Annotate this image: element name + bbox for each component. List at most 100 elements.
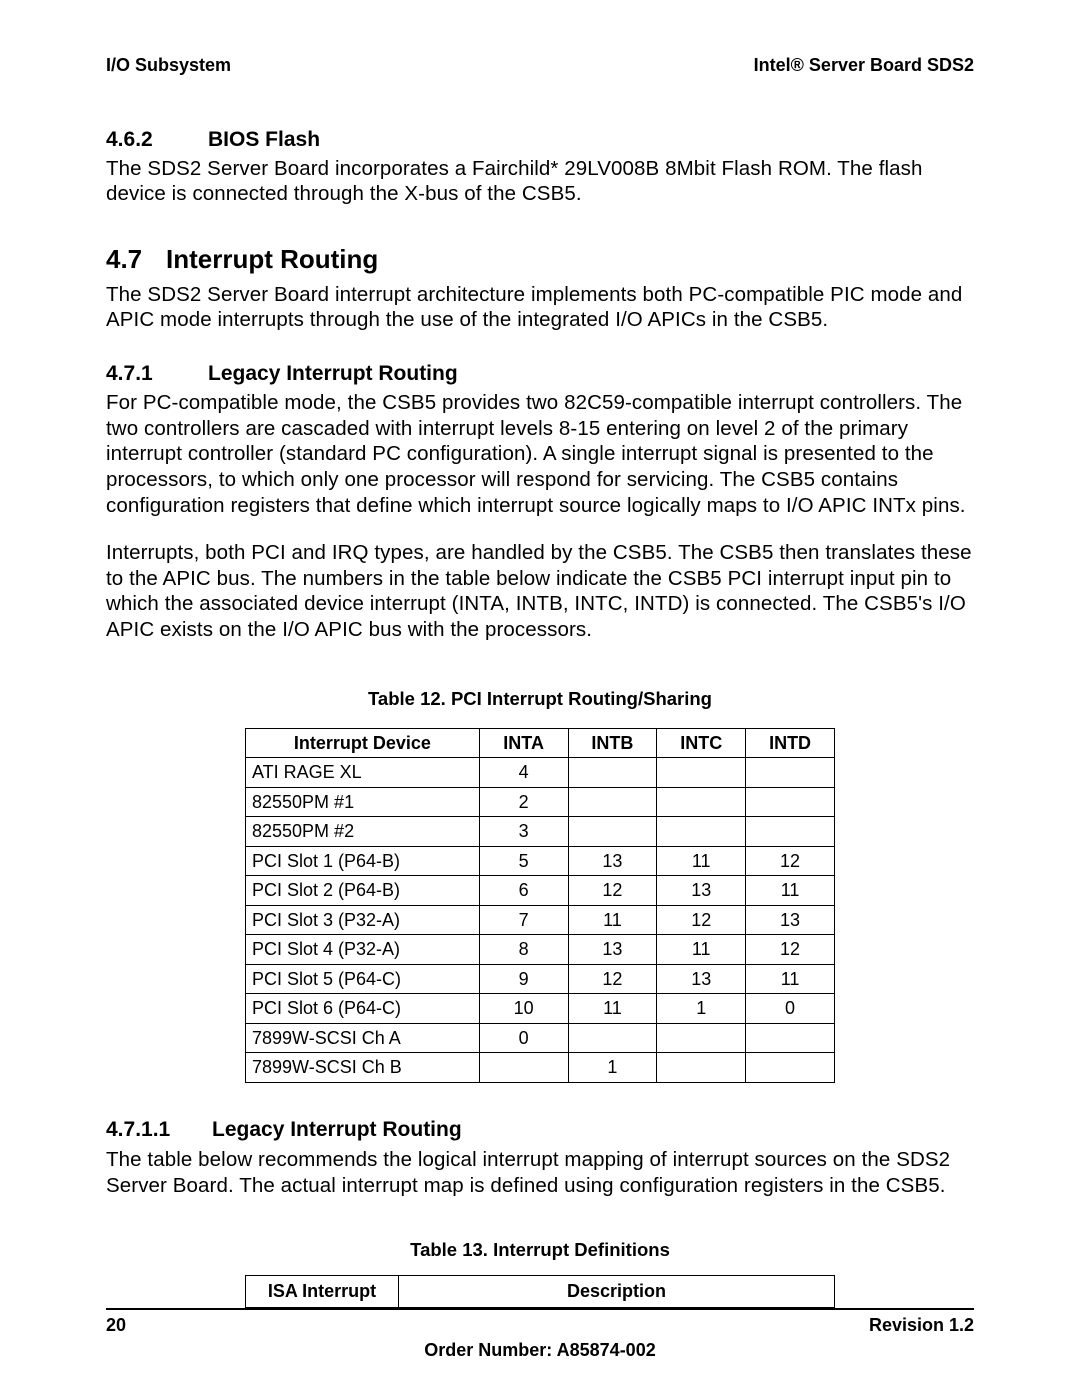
cell-intc bbox=[657, 1053, 746, 1083]
cell-inta: 6 bbox=[479, 876, 568, 906]
table-12-caption: Table 12. PCI Interrupt Routing/Sharing bbox=[106, 687, 974, 710]
cell-intc bbox=[657, 758, 746, 788]
cell-intb: 13 bbox=[568, 846, 657, 876]
cell-intd: 0 bbox=[746, 994, 835, 1024]
cell-intc: 11 bbox=[657, 846, 746, 876]
section-title: BIOS Flash bbox=[208, 128, 320, 151]
section-number: 4.7.1 bbox=[106, 361, 208, 387]
cell-intd bbox=[746, 817, 835, 847]
cell-device: PCI Slot 3 (P32-A) bbox=[246, 905, 480, 935]
table-row: 82550PM #12 bbox=[246, 787, 835, 817]
paragraph: For PC-compatible mode, the CSB5 provide… bbox=[106, 390, 974, 518]
col-header-intb: INTB bbox=[568, 728, 657, 758]
cell-device: ATI RAGE XL bbox=[246, 758, 480, 788]
cell-intd: 11 bbox=[746, 964, 835, 994]
paragraph: The SDS2 Server Board incorporates a Fai… bbox=[106, 156, 974, 207]
cell-intd: 12 bbox=[746, 846, 835, 876]
cell-inta: 0 bbox=[479, 1023, 568, 1053]
cell-intb bbox=[568, 817, 657, 847]
interrupt-definitions-table: ISA Interrupt Description bbox=[245, 1275, 835, 1308]
cell-device: PCI Slot 2 (P64-B) bbox=[246, 876, 480, 906]
cell-inta: 10 bbox=[479, 994, 568, 1024]
table-header-row: ISA Interrupt Description bbox=[246, 1276, 835, 1308]
cell-inta: 9 bbox=[479, 964, 568, 994]
heading-4-7: 4.7Interrupt Routing bbox=[106, 243, 974, 276]
document-page: I/O Subsystem Intel® Server Board SDS2 4… bbox=[0, 0, 1080, 1397]
col-header-inta: INTA bbox=[479, 728, 568, 758]
cell-inta: 8 bbox=[479, 935, 568, 965]
paragraph: Interrupts, both PCI and IRQ types, are … bbox=[106, 540, 974, 643]
cell-intb: 11 bbox=[568, 994, 657, 1024]
table-row: PCI Slot 5 (P64-C)9121311 bbox=[246, 964, 835, 994]
cell-intb bbox=[568, 787, 657, 817]
page-footer: 20 Revision 1.2 Order Number: A85874-002 bbox=[106, 1308, 974, 1361]
running-header: I/O Subsystem Intel® Server Board SDS2 bbox=[106, 54, 974, 77]
table-row: PCI Slot 1 (P64-B)5131112 bbox=[246, 846, 835, 876]
section-title: Legacy Interrupt Routing bbox=[212, 1118, 462, 1141]
table-row: PCI Slot 6 (P64-C)101110 bbox=[246, 994, 835, 1024]
table-row: 7899W-SCSI Ch B 1 bbox=[246, 1053, 835, 1083]
paragraph: The table below recommends the logical i… bbox=[106, 1147, 974, 1198]
table-header-row: Interrupt Device INTA INTB INTC INTD bbox=[246, 728, 835, 758]
cell-intc: 11 bbox=[657, 935, 746, 965]
heading-4-7-1: 4.7.1Legacy Interrupt Routing bbox=[106, 361, 974, 387]
cell-intc: 12 bbox=[657, 905, 746, 935]
cell-intb bbox=[568, 1023, 657, 1053]
cell-intd bbox=[746, 787, 835, 817]
revision-label: Revision 1.2 bbox=[869, 1314, 974, 1337]
cell-inta: 7 bbox=[479, 905, 568, 935]
cell-inta: 2 bbox=[479, 787, 568, 817]
order-number: Order Number: A85874-002 bbox=[106, 1339, 974, 1362]
header-left: I/O Subsystem bbox=[106, 54, 231, 77]
heading-4-7-1-1: 4.7.1.1Legacy Interrupt Routing bbox=[106, 1117, 974, 1143]
cell-intc bbox=[657, 787, 746, 817]
cell-intb: 12 bbox=[568, 964, 657, 994]
table-row: PCI Slot 2 (P64-B)6121311 bbox=[246, 876, 835, 906]
cell-inta: 4 bbox=[479, 758, 568, 788]
cell-inta bbox=[479, 1053, 568, 1083]
cell-intc: 1 bbox=[657, 994, 746, 1024]
section-title: Legacy Interrupt Routing bbox=[208, 362, 458, 385]
cell-device: 7899W-SCSI Ch A bbox=[246, 1023, 480, 1053]
cell-device: PCI Slot 4 (P32-A) bbox=[246, 935, 480, 965]
cell-inta: 5 bbox=[479, 846, 568, 876]
table-row: ATI RAGE XL4 bbox=[246, 758, 835, 788]
col-header-intc: INTC bbox=[657, 728, 746, 758]
table-row: PCI Slot 4 (P32-A)8131112 bbox=[246, 935, 835, 965]
cell-intd: 12 bbox=[746, 935, 835, 965]
section-title: Interrupt Routing bbox=[166, 244, 378, 274]
section-number: 4.6.2 bbox=[106, 127, 208, 153]
section-number: 4.7 bbox=[106, 243, 166, 276]
col-header-intd: INTD bbox=[746, 728, 835, 758]
cell-device: 82550PM #1 bbox=[246, 787, 480, 817]
cell-device: PCI Slot 6 (P64-C) bbox=[246, 994, 480, 1024]
cell-intc bbox=[657, 817, 746, 847]
cell-intb: 12 bbox=[568, 876, 657, 906]
cell-inta: 3 bbox=[479, 817, 568, 847]
cell-intc: 13 bbox=[657, 876, 746, 906]
cell-device: PCI Slot 1 (P64-B) bbox=[246, 846, 480, 876]
cell-intb: 11 bbox=[568, 905, 657, 935]
table-13-caption: Table 13. Interrupt Definitions bbox=[106, 1238, 974, 1261]
cell-device: 7899W-SCSI Ch B bbox=[246, 1053, 480, 1083]
col-header-device: Interrupt Device bbox=[246, 728, 480, 758]
cell-intb: 13 bbox=[568, 935, 657, 965]
col-header-isa-interrupt: ISA Interrupt bbox=[246, 1276, 399, 1308]
section-number: 4.7.1.1 bbox=[106, 1117, 212, 1143]
cell-intb bbox=[568, 758, 657, 788]
header-right: Intel® Server Board SDS2 bbox=[754, 54, 974, 77]
heading-4-6-2: 4.6.2BIOS Flash bbox=[106, 127, 974, 153]
cell-intd bbox=[746, 1053, 835, 1083]
cell-device: PCI Slot 5 (P64-C) bbox=[246, 964, 480, 994]
paragraph: The SDS2 Server Board interrupt architec… bbox=[106, 282, 974, 333]
cell-intc bbox=[657, 1023, 746, 1053]
table-row: 7899W-SCSI Ch A0 bbox=[246, 1023, 835, 1053]
cell-device: 82550PM #2 bbox=[246, 817, 480, 847]
cell-intd: 11 bbox=[746, 876, 835, 906]
col-header-description: Description bbox=[399, 1276, 835, 1308]
cell-intc: 13 bbox=[657, 964, 746, 994]
cell-intb: 1 bbox=[568, 1053, 657, 1083]
table-row: 82550PM #23 bbox=[246, 817, 835, 847]
cell-intd: 13 bbox=[746, 905, 835, 935]
table-row: PCI Slot 3 (P32-A)7111213 bbox=[246, 905, 835, 935]
